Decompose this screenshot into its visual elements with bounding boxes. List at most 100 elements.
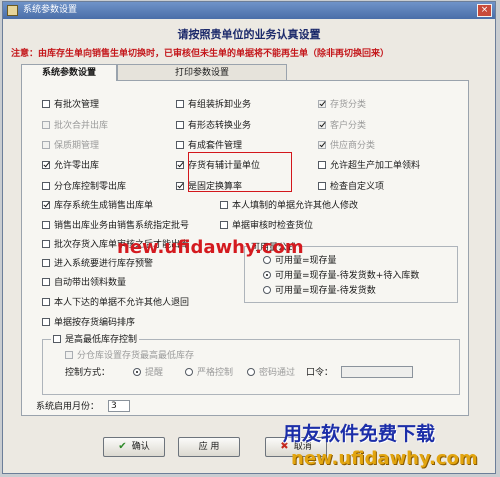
option-col3-3-label: 允许超生产加工单领料 bbox=[330, 161, 421, 171]
option-col3-2[interactable]: 供应商分类 bbox=[318, 140, 375, 152]
control-mode-option-1[interactable]: 严格控制 bbox=[185, 367, 233, 379]
option-col1-4[interactable]: 分仓库控制零出库 bbox=[42, 181, 126, 193]
option-col1-3-label: 允许零出库 bbox=[54, 161, 100, 171]
option-col1-1-checkbox[interactable] bbox=[42, 121, 50, 129]
available-qty-option-1[interactable]: 可用量=现存量-待发货数+待入库数 bbox=[263, 270, 419, 282]
option-col2-0-label: 有组装拆卸业务 bbox=[188, 100, 252, 110]
option-col1-7-checkbox[interactable] bbox=[42, 240, 50, 248]
option-col3-1[interactable]: 客户分类 bbox=[318, 120, 366, 132]
control-mode-option-label: 密码通过 bbox=[259, 368, 296, 378]
control-mode-option-0[interactable]: 提醒 bbox=[133, 367, 163, 379]
option-col1-8-label: 进入系统要进行库存预警 bbox=[54, 259, 154, 269]
option-col1-11-label: 单据按存货编码排序 bbox=[54, 318, 136, 328]
option-col2-0-checkbox[interactable] bbox=[176, 100, 184, 108]
option-col3-4[interactable]: 检查自定义项 bbox=[318, 181, 384, 193]
control-mode-option-2[interactable]: 密码通过 bbox=[247, 367, 295, 379]
control-mode-option-label: 严格控制 bbox=[197, 368, 234, 378]
password-input[interactable] bbox=[341, 366, 413, 378]
radio-icon[interactable] bbox=[133, 368, 141, 376]
option-col3-4-checkbox[interactable] bbox=[318, 182, 326, 190]
radio-icon[interactable] bbox=[263, 286, 271, 294]
option-col2-0[interactable]: 有组装拆卸业务 bbox=[176, 99, 251, 111]
apply-label: 应 用 bbox=[198, 442, 220, 452]
option-col1-4-label: 分仓库控制零出库 bbox=[54, 182, 127, 192]
option-col2-5-label: 本人填制的单据允许其他人修改 bbox=[232, 201, 359, 211]
option-col1-9-label: 自动带出领料数量 bbox=[54, 278, 127, 288]
max-stock-enable[interactable]: 是高最低库存控制 bbox=[51, 334, 140, 346]
option-col2-2[interactable]: 有成套件管理 bbox=[176, 140, 242, 152]
option-col1-6[interactable]: 销售出库业务由销售系统指定批号 bbox=[42, 220, 189, 232]
corner-watermark-title: 用友软件免费下载 bbox=[283, 423, 436, 445]
option-col1-8[interactable]: 进入系统要进行库存预警 bbox=[42, 258, 153, 270]
option-col3-2-checkbox[interactable] bbox=[318, 141, 326, 149]
highlight-box bbox=[188, 152, 292, 192]
apply-button[interactable]: 应 用 bbox=[178, 437, 240, 457]
option-col2-1[interactable]: 有形态转换业务 bbox=[176, 120, 251, 132]
close-button[interactable]: × bbox=[477, 4, 492, 17]
option-col3-0-checkbox[interactable] bbox=[318, 100, 326, 108]
option-col1-1-label: 批次合并出库 bbox=[54, 121, 109, 131]
option-col2-3-checkbox[interactable] bbox=[176, 161, 184, 169]
settings-window: 系统参数设置 × 请按照贵单位的业务认真设置 注意：由库存生单向销售生单切换时，… bbox=[2, 1, 496, 474]
ok-label: 确认 bbox=[131, 442, 150, 452]
option-col1-1[interactable]: 批次合并出库 bbox=[42, 120, 108, 132]
start-month-label: 系统启用月份： bbox=[36, 402, 100, 412]
option-col2-6[interactable]: 单据审核时检查货位 bbox=[220, 220, 313, 232]
option-col3-0[interactable]: 存货分类 bbox=[318, 99, 366, 111]
option-col1-2[interactable]: 保质期管理 bbox=[42, 140, 99, 152]
option-col1-8-checkbox[interactable] bbox=[42, 259, 50, 267]
warehouse-max-stock[interactable]: 分仓库设置存货最高最低库存 bbox=[65, 350, 194, 362]
available-qty-option-2[interactable]: 可用量=现存量-待发货数 bbox=[263, 285, 376, 297]
option-col1-2-label: 保质期管理 bbox=[54, 141, 100, 151]
password-label: 口令： bbox=[306, 368, 334, 378]
option-col3-3-checkbox[interactable] bbox=[318, 161, 326, 169]
option-col2-2-label: 有成套件管理 bbox=[188, 141, 243, 151]
option-col1-6-label: 销售出库业务由销售系统指定批号 bbox=[54, 221, 190, 231]
radio-icon[interactable] bbox=[185, 368, 193, 376]
page-heading: 请按照贵单位的业务认真设置 bbox=[177, 28, 321, 41]
tab-system-params[interactable]: 系统参数设置 bbox=[21, 64, 117, 81]
radio-icon[interactable] bbox=[247, 368, 255, 376]
warehouse-max-stock-checkbox[interactable] bbox=[65, 351, 73, 359]
option-col1-11[interactable]: 单据按存货编码排序 bbox=[42, 317, 135, 329]
start-month-input[interactable]: 3 bbox=[108, 400, 130, 412]
max-stock-group: 是高最低库存控制 分仓库设置存货最高最低库存 控制方式： 提醒 严格控制 密码通过 … bbox=[42, 334, 460, 395]
option-col1-6-checkbox[interactable] bbox=[42, 221, 50, 229]
option-col1-9-checkbox[interactable] bbox=[42, 278, 50, 286]
option-col1-5-checkbox[interactable] bbox=[42, 201, 50, 209]
available-qty-option-label: 可用量=现存量-待发货数+待入库数 bbox=[275, 271, 420, 281]
option-col1-4-checkbox[interactable] bbox=[42, 182, 50, 190]
tab-print-params[interactable]: 打印参数设置 bbox=[117, 64, 287, 80]
option-col1-9[interactable]: 自动带出领料数量 bbox=[42, 277, 126, 289]
option-col3-1-checkbox[interactable] bbox=[318, 121, 326, 129]
option-col1-10-label: 本人下达的单据不允许其他人退回 bbox=[54, 298, 190, 308]
control-mode-option-label: 提醒 bbox=[145, 368, 164, 378]
app-icon bbox=[7, 5, 18, 16]
option-col3-3[interactable]: 允许超生产加工单领料 bbox=[318, 160, 420, 172]
option-col1-10[interactable]: 本人下达的单据不允许其他人退回 bbox=[42, 297, 189, 309]
notice-text: 注意：由库存生单向销售生单切换时，已审核但未生单的单据将不能再生单（除非再切换回… bbox=[11, 49, 390, 59]
window-title: 系统参数设置 bbox=[23, 5, 78, 15]
max-stock-enable-checkbox[interactable] bbox=[53, 335, 61, 343]
option-col1-10-checkbox[interactable] bbox=[42, 298, 50, 306]
option-col1-2-checkbox[interactable] bbox=[42, 141, 50, 149]
option-col1-3-checkbox[interactable] bbox=[42, 161, 50, 169]
option-col1-0[interactable]: 有批次管理 bbox=[42, 99, 99, 111]
option-col2-2-checkbox[interactable] bbox=[176, 141, 184, 149]
radio-icon[interactable] bbox=[263, 271, 271, 279]
option-col1-5[interactable]: 库存系统生成销售出库单 bbox=[42, 200, 153, 212]
option-col2-5-checkbox[interactable] bbox=[220, 201, 228, 209]
option-col3-4-label: 检查自定义项 bbox=[330, 182, 385, 192]
option-col2-6-label: 单据审核时检查货位 bbox=[232, 221, 314, 231]
option-col1-11-checkbox[interactable] bbox=[42, 318, 50, 326]
option-col1-0-checkbox[interactable] bbox=[42, 100, 50, 108]
option-col2-1-checkbox[interactable] bbox=[176, 121, 184, 129]
option-col2-6-checkbox[interactable] bbox=[220, 221, 228, 229]
option-col2-5[interactable]: 本人填制的单据允许其他人修改 bbox=[220, 200, 358, 212]
ok-button[interactable]: ✔ 确认 bbox=[103, 437, 165, 457]
corner-watermark-url: new.ufidawhy.com bbox=[291, 448, 478, 469]
option-col2-4-checkbox[interactable] bbox=[176, 182, 184, 190]
control-mode-label: 控制方式： bbox=[65, 368, 111, 378]
warehouse-max-stock-label: 分仓库设置存货最高最低库存 bbox=[77, 351, 195, 361]
option-col1-3[interactable]: 允许零出库 bbox=[42, 160, 99, 172]
